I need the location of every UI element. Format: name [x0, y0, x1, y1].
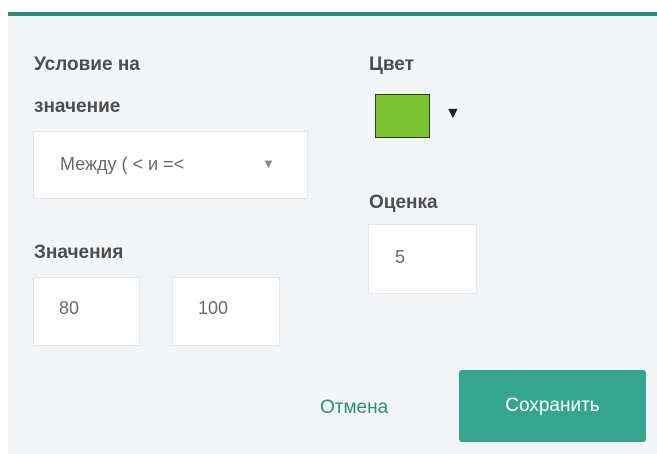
- color-label: Цвет: [369, 54, 414, 75]
- chevron-down-icon: ▼: [262, 156, 275, 171]
- max-value-input[interactable]: 100: [172, 277, 280, 346]
- min-value-text: 80: [59, 298, 80, 318]
- max-value-text: 100: [198, 298, 229, 318]
- condition-label-line1: Условие на: [34, 54, 140, 75]
- score-value-text: 5: [395, 247, 406, 267]
- min-value-input[interactable]: 80: [33, 277, 140, 346]
- color-swatch[interactable]: [375, 94, 430, 138]
- cancel-button[interactable]: Отмена: [320, 397, 388, 419]
- save-button[interactable]: Сохранить: [459, 370, 646, 442]
- condition-label-line2: значение: [34, 96, 121, 117]
- score-input[interactable]: 5: [368, 224, 477, 294]
- condition-select[interactable]: Между ( < и =< ▼: [33, 131, 308, 199]
- score-label: Оценка: [369, 192, 438, 213]
- condition-editor-panel: Условие на значение Между ( < и =< ▼ Зна…: [8, 12, 657, 454]
- condition-select-value: Между ( < и =<: [60, 154, 185, 174]
- values-label: Значения: [34, 242, 124, 263]
- triangle-down-icon[interactable]: ▼: [445, 105, 461, 123]
- color-picker[interactable]: ▼: [375, 94, 465, 140]
